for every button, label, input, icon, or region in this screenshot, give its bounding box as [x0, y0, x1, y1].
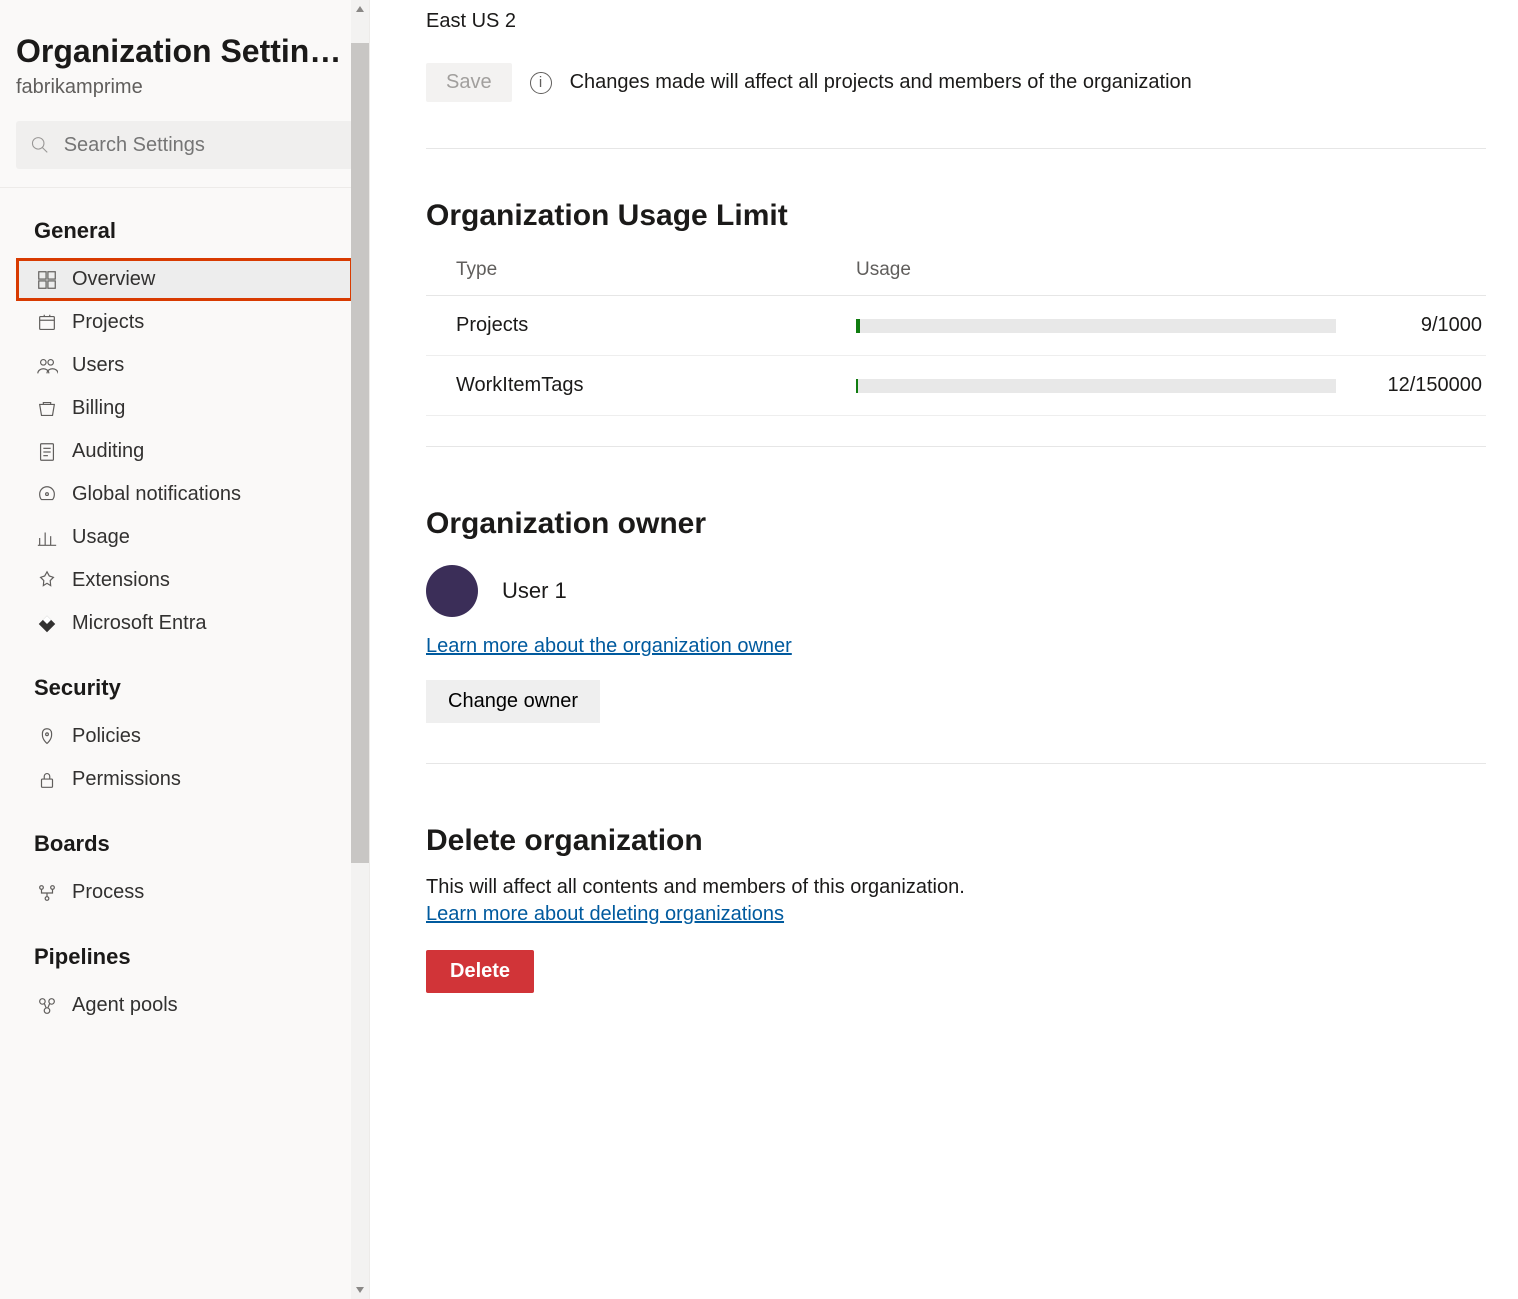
delete-description: This will affect all contents and member…: [426, 876, 1486, 899]
section-header-boards: Boards: [16, 801, 353, 871]
usage-type-workitemtags: WorkItemTags: [456, 374, 856, 397]
users-icon: [36, 355, 58, 377]
section-header-security: Security: [16, 645, 353, 715]
nav-policies-label: Policies: [72, 725, 141, 748]
notifications-icon: [36, 484, 58, 506]
usage-value-projects: 9/1000: [1336, 314, 1486, 337]
divider: [426, 763, 1486, 764]
section-header-pipelines: Pipelines: [16, 914, 353, 984]
usage-row-projects: Projects 9/1000: [426, 296, 1486, 356]
nav-microsoft-entra-label: Microsoft Entra: [72, 612, 206, 635]
scroll-thumb[interactable]: [351, 43, 369, 863]
nav-permissions[interactable]: Permissions: [16, 758, 353, 801]
owner-heading: Organization owner: [426, 507, 1486, 541]
delete-button[interactable]: Delete: [426, 950, 534, 993]
usage-fill-workitemtags: [856, 379, 858, 393]
nav-auditing-label: Auditing: [72, 440, 144, 463]
owner-learn-more-link[interactable]: Learn more about the organization owner: [426, 635, 792, 658]
nav-extensions[interactable]: Extensions: [16, 559, 353, 602]
divider: [426, 148, 1486, 149]
save-info-text: Changes made will affect all projects an…: [570, 71, 1192, 94]
nav-overview[interactable]: Overview: [16, 258, 353, 301]
nav-process[interactable]: Process: [16, 871, 353, 914]
usage-icon: [36, 527, 58, 549]
usage-col-usage: Usage: [856, 259, 1456, 281]
nav-users-label: Users: [72, 354, 124, 377]
delete-heading: Delete organization: [426, 824, 1486, 858]
usage-col-type: Type: [456, 259, 856, 281]
search-settings-box[interactable]: [16, 121, 353, 169]
nav-usage[interactable]: Usage: [16, 516, 353, 559]
nav-overview-label: Overview: [72, 268, 155, 291]
nav-auditing[interactable]: Auditing: [16, 430, 353, 473]
nav-projects[interactable]: Projects: [16, 301, 353, 344]
search-input[interactable]: [62, 133, 339, 158]
nav-process-label: Process: [72, 881, 144, 904]
usage-fill-projects: [856, 319, 860, 333]
owner-avatar: [426, 565, 478, 617]
nav-microsoft-entra[interactable]: Microsoft Entra: [16, 602, 353, 645]
divider: [426, 446, 1486, 447]
sidebar-scrollbar[interactable]: [351, 0, 369, 1299]
region-value: East US 2: [426, 10, 1486, 33]
info-icon: i: [530, 72, 552, 94]
sidebar-subtitle: fabrikamprime: [16, 76, 353, 99]
nav-global-notifications-label: Global notifications: [72, 483, 241, 506]
nav-billing[interactable]: Billing: [16, 387, 353, 430]
scroll-down-icon[interactable]: [351, 1281, 369, 1299]
projects-icon: [36, 312, 58, 334]
nav-extensions-label: Extensions: [72, 569, 170, 592]
sidebar-title: Organization Settin…: [16, 32, 353, 70]
nav-agent-pools-label: Agent pools: [72, 994, 178, 1017]
settings-sidebar: Organization Settin… fabrikamprime Gener…: [0, 0, 370, 1299]
main-content: East US 2 Save i Changes made will affec…: [370, 0, 1518, 1299]
save-button[interactable]: Save: [426, 63, 512, 102]
nav-global-notifications[interactable]: Global notifications: [16, 473, 353, 516]
usage-progress-projects: [856, 319, 1336, 333]
usage-progress-workitemtags: [856, 379, 1336, 393]
entra-icon: [36, 613, 58, 635]
auditing-icon: [36, 441, 58, 463]
process-icon: [36, 882, 58, 904]
agent-pools-icon: [36, 995, 58, 1017]
delete-learn-more-link[interactable]: Learn more about deleting organizations: [426, 903, 784, 926]
usage-type-projects: Projects: [456, 314, 856, 337]
owner-name: User 1: [502, 578, 567, 604]
nav-usage-label: Usage: [72, 526, 130, 549]
usage-table: Type Usage Projects 9/1000 WorkItemTags …: [426, 251, 1486, 416]
usage-value-workitemtags: 12/150000: [1336, 374, 1486, 397]
nav-policies[interactable]: Policies: [16, 715, 353, 758]
usage-heading: Organization Usage Limit: [426, 199, 1486, 233]
change-owner-button[interactable]: Change owner: [426, 680, 600, 723]
nav-agent-pools[interactable]: Agent pools: [16, 984, 353, 1027]
policies-icon: [36, 726, 58, 748]
nav-billing-label: Billing: [72, 397, 125, 420]
nav-permissions-label: Permissions: [72, 768, 181, 791]
usage-row-workitemtags: WorkItemTags 12/150000: [426, 356, 1486, 416]
nav-users[interactable]: Users: [16, 344, 353, 387]
search-icon: [30, 134, 50, 156]
scroll-up-icon[interactable]: [351, 0, 369, 18]
billing-icon: [36, 398, 58, 420]
permissions-icon: [36, 769, 58, 791]
nav-projects-label: Projects: [72, 311, 144, 334]
extensions-icon: [36, 570, 58, 592]
overview-icon: [36, 269, 58, 291]
section-header-general: General: [16, 188, 353, 258]
